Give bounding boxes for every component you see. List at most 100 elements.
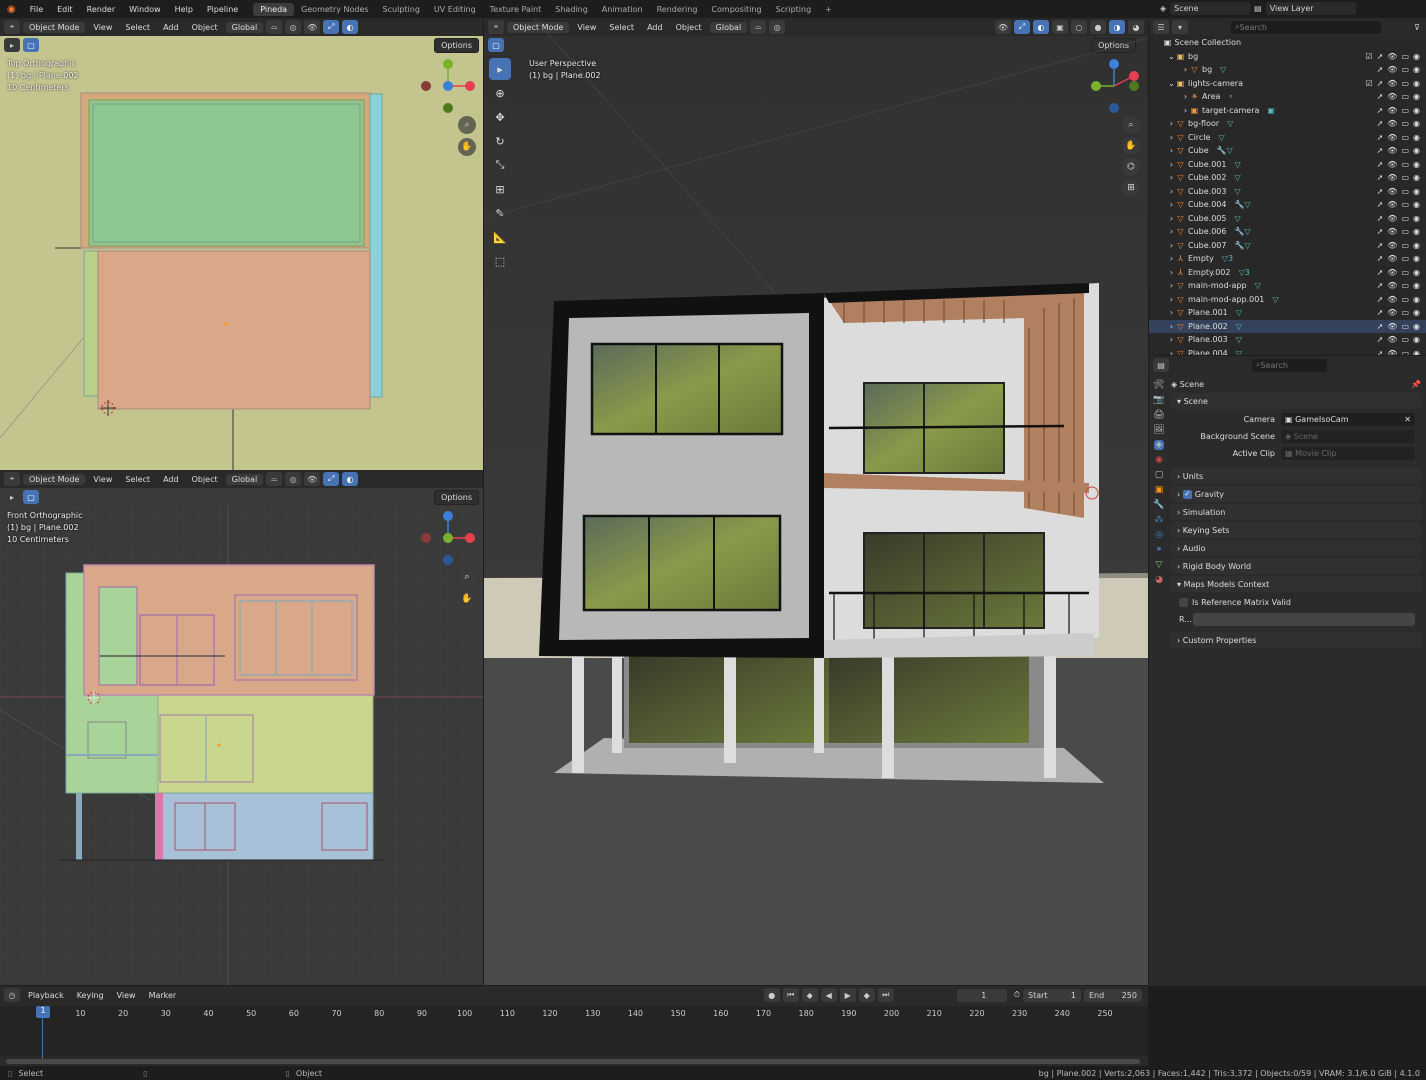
viewport-display-icon[interactable]: ▭ [1401,214,1409,223]
eye-icon[interactable]: 👁 [1387,65,1397,74]
viewport-display-icon[interactable]: ▭ [1401,322,1409,331]
outliner-search[interactable]: ⌕ Search [1231,20,1381,34]
render-camera-icon[interactable]: ◉ [1413,308,1420,317]
physics-tab-icon[interactable]: ◎ [1155,530,1163,540]
scene-selector[interactable]: Scene [1170,2,1251,15]
audio-panel[interactable]: › Audio [1171,540,1421,556]
eye-icon[interactable]: 👁 [1387,268,1397,277]
tab-compositing[interactable]: Compositing [704,3,768,16]
select-arrow-icon[interactable]: ➚ [1377,119,1384,128]
eye-icon[interactable]: 👁 [1387,335,1397,344]
outliner-row[interactable]: ⌄ ▣ bg ☑ ➚ 👁 ▭ ◉ [1149,50,1426,64]
clear-icon[interactable]: ✕ [1404,415,1411,424]
scene-collection-row[interactable]: ▣ Scene Collection [1149,36,1426,50]
select-arrow-icon[interactable]: ➚ [1377,214,1384,223]
render-camera-icon[interactable]: ◉ [1413,322,1420,331]
render-camera-icon[interactable]: ◉ [1413,65,1420,74]
select-arrow-icon[interactable]: ➚ [1377,52,1384,61]
playhead[interactable]: 1 [36,1006,50,1018]
reference-matrix-checkbox[interactable] [1179,598,1188,607]
outliner-row[interactable]: › ▽ Plane.001 ▽ ➚ 👁 ▭ ◉ [1149,306,1426,320]
viewport-display-icon[interactable]: ▭ [1401,173,1409,182]
select-arrow-icon[interactable]: ➚ [1377,308,1384,317]
checkbox-icon[interactable]: ☑ [1365,52,1372,61]
camera-view-icon[interactable]: ⌬ [1122,158,1140,176]
nav-gizmo[interactable] [1084,56,1144,116]
material-tab-icon[interactable]: ◕ [1155,575,1163,585]
expand-arrow-right-icon[interactable]: › [1167,322,1176,331]
outliner-row[interactable]: › ⅄ Empty.002 ▽3 ➚ 👁 ▭ ◉ [1149,266,1426,280]
menu-window[interactable]: Window [122,5,168,14]
modifier-data-icon[interactable]: 🔧▽ [1234,200,1250,209]
blender-logo-icon[interactable]: ◉ [0,4,23,15]
background-scene-field[interactable]: ◈ Scene [1281,430,1415,443]
expand-arrow-right-icon[interactable]: › [1167,200,1176,209]
rigid-body-world-panel[interactable]: › Rigid Body World [1171,558,1421,574]
select-arrow-icon[interactable]: ➚ [1377,187,1384,196]
menu-edit[interactable]: Edit [50,5,80,14]
modifier-data-icon[interactable]: 🔧▽ [1217,146,1233,155]
tab-animation[interactable]: Animation [595,3,650,16]
current-frame-field[interactable]: 1 [956,988,1007,1002]
tool-tab-icon[interactable]: 🛠 [1153,380,1164,390]
expand-arrow-right-icon[interactable]: › [1181,106,1190,115]
modifier-data-icon[interactable]: ▽3 [1222,254,1233,263]
eye-icon[interactable]: 👁 [1387,281,1397,290]
world-tab-icon[interactable]: ◉ [1155,455,1163,465]
render-camera-icon[interactable]: ◉ [1413,200,1420,209]
select-arrow-icon[interactable]: ➚ [1377,268,1384,277]
viewport-display-icon[interactable]: ▭ [1401,295,1409,304]
render-camera-icon[interactable]: ◉ [1413,187,1420,196]
viewport-display-icon[interactable]: ▭ [1401,281,1409,290]
outliner-row[interactable]: › ▣ target-camera ▣ ➚ 👁 ▭ ◉ [1149,104,1426,118]
tab-sculpting[interactable]: Sculpting [376,3,427,16]
display-mode-icon[interactable]: ▾ [1172,20,1188,34]
outliner-row[interactable]: › ▽ Cube.003 ▽ ➚ 👁 ▭ ◉ [1149,185,1426,199]
camera-field[interactable]: ▣ GameIsoCam ✕ [1281,413,1415,426]
properties-search[interactable]: ⌕ Search [1252,358,1327,372]
render-camera-icon[interactable]: ◉ [1413,254,1420,263]
viewport-display-icon[interactable]: ▭ [1401,146,1409,155]
jump-start-icon[interactable]: ⏮ [782,988,799,1002]
viewport-display-icon[interactable]: ▭ [1401,268,1409,277]
render-camera-icon[interactable]: ◉ [1413,92,1420,101]
eye-icon[interactable]: 👁 [1387,119,1397,128]
eye-icon[interactable]: 👁 [1387,227,1397,236]
render-camera-icon[interactable]: ◉ [1413,281,1420,290]
expand-arrow-right-icon[interactable]: › [1167,254,1176,263]
jump-end-icon[interactable]: ⏭ [877,988,894,1002]
modifier-data-icon[interactable]: 🔧▽ [1234,227,1250,236]
stopwatch-icon[interactable]: ⏱ [1014,990,1020,1000]
eye-icon[interactable]: 👁 [1387,214,1397,223]
expand-arrow-right-icon[interactable]: › [1167,187,1176,196]
render-camera-icon[interactable]: ◉ [1413,335,1420,344]
viewport-display-icon[interactable]: ▭ [1401,92,1409,101]
zoom-icon[interactable]: ⌕ [458,116,476,134]
eye-icon[interactable]: 👁 [1387,308,1397,317]
constraints-tab-icon[interactable]: ⚭ [1155,545,1163,555]
modifier-data-icon[interactable]: ▽ [1255,281,1261,290]
render-camera-icon[interactable]: ◉ [1413,227,1420,236]
start-frame-field[interactable]: Start 1 [1023,988,1081,1002]
render-tab-icon[interactable]: 📷 [1153,395,1164,405]
perspective-toggle-icon[interactable]: ⊞ [1122,179,1140,197]
eye-icon[interactable]: 👁 [1387,92,1397,101]
add-workspace-button[interactable]: + [818,3,839,16]
expand-arrow-right-icon[interactable]: › [1167,214,1176,223]
select-arrow-icon[interactable]: ➚ [1377,322,1384,331]
render-camera-icon[interactable]: ◉ [1413,214,1420,223]
outliner-row[interactable]: › ▽ Cube.006 🔧▽ ➚ 👁 ▭ ◉ [1149,225,1426,239]
expand-arrow-down-icon[interactable]: ⌄ [1167,79,1176,88]
expand-arrow-right-icon[interactable]: › [1181,92,1190,101]
viewport-display-icon[interactable]: ▭ [1401,65,1409,74]
eye-icon[interactable]: 👁 [1387,79,1397,88]
marker-menu[interactable]: Marker [144,991,182,1000]
eye-icon[interactable]: 👁 [1387,254,1397,263]
modifier-data-icon[interactable]: ▽ [1236,335,1242,344]
modifier-data-icon[interactable]: ▽3 [1238,268,1249,277]
modifier-data-icon[interactable]: ▽ [1236,322,1242,331]
record-icon[interactable]: ● [763,988,780,1002]
outliner-row[interactable]: › ▽ Cube.002 ▽ ➚ 👁 ▭ ◉ [1149,171,1426,185]
modifier-data-icon[interactable]: ▽ [1218,133,1224,142]
select-arrow-icon[interactable]: ➚ [1377,160,1384,169]
